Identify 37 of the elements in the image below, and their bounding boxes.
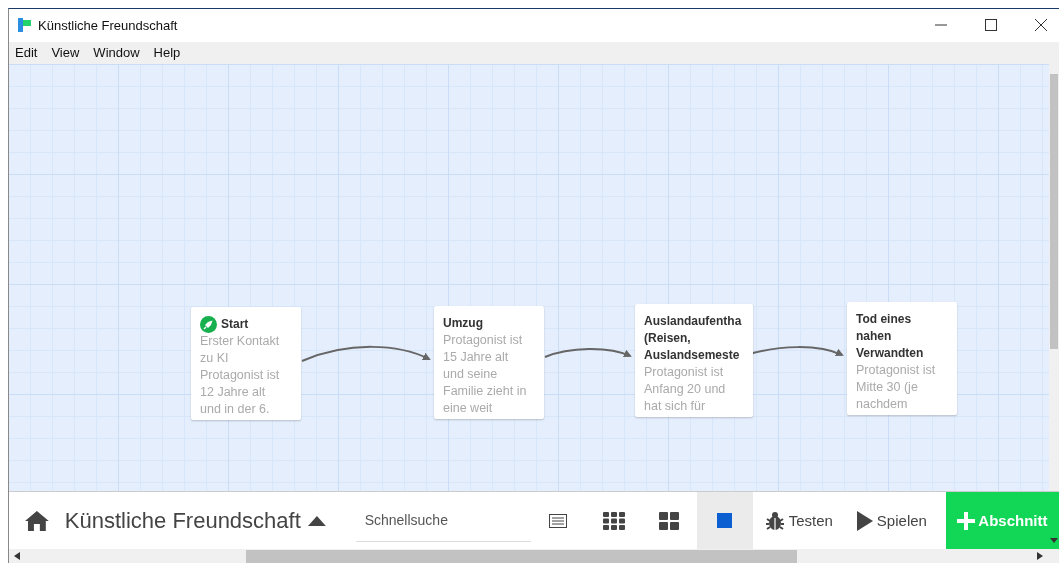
passage-card[interactable]: Start Erster Kontakt zu KI Protagonist ist 12 Jahre alt und in der 6.: [191, 306, 301, 420]
app-logo-icon: [18, 18, 32, 33]
menu-item[interactable]: Window: [93, 45, 140, 61]
passage-card[interactable]: Umzug Protagonist ist 15 Jahre alt und seine Familie zieht in eine weit: [434, 305, 544, 419]
home-icon[interactable]: [25, 510, 49, 531]
grid-icon: [659, 511, 680, 530]
vertical-scrollbar[interactable]: [1049, 63, 1059, 492]
window-title: Künstliche Freundschaft: [38, 17, 178, 33]
grid-icon: [602, 511, 625, 530]
passage-excerpt: Protagonist ist Mitte 30 (je nachdem: [856, 361, 937, 413]
plus-icon: [957, 511, 976, 530]
menu-item[interactable]: View: [51, 45, 80, 61]
scroll-down-icon[interactable]: [1050, 538, 1058, 544]
passage-title: Auslandaufentha (Reisen, Auslandsemeste: [644, 312, 742, 364]
passage-excerpt: Protagonist ist 15 Jahre alt und seine Familie zieht in eine weit: [443, 331, 528, 417]
list-icon: [549, 513, 568, 528]
story-title[interactable]: Künstliche Freundschaft: [64, 507, 301, 534]
maximize-icon[interactable]: [985, 19, 997, 32]
passage-card[interactable]: Auslandaufentha (Reisen, Auslandsemeste Protagonist ist Anfang 20 und hat sich für: [635, 303, 754, 417]
caret-icon[interactable]: [307, 515, 326, 526]
bug-icon: [764, 510, 785, 531]
zoom-button[interactable]: [697, 492, 753, 550]
scroll-right-icon[interactable]: [1037, 552, 1043, 561]
scroll-left-icon[interactable]: [14, 552, 20, 561]
passage-title: Start: [221, 315, 249, 333]
passage-title: Tod eines nahen Verwandten: [856, 310, 925, 362]
square-icon: [717, 513, 733, 529]
horizontal-scrollbar[interactable]: [9, 549, 1059, 563]
passage-excerpt: Protagonist ist Anfang 20 und hat sich für: [644, 363, 727, 415]
menu-item[interactable]: Help: [153, 45, 181, 61]
menu-item[interactable]: Edit: [15, 45, 38, 61]
passage-card[interactable]: Tod eines nahen Verwandten Protagonist ist Mitte 30 (je nachdem: [847, 301, 957, 415]
close-icon[interactable]: [1035, 19, 1047, 32]
passage-excerpt: Erster Kontakt zu KI Protagonist ist 12 Jahre alt und in der 6.: [200, 332, 281, 418]
rocket-icon: [200, 315, 217, 333]
play-icon: [856, 510, 873, 531]
passage-title: Umzug: [443, 314, 483, 332]
